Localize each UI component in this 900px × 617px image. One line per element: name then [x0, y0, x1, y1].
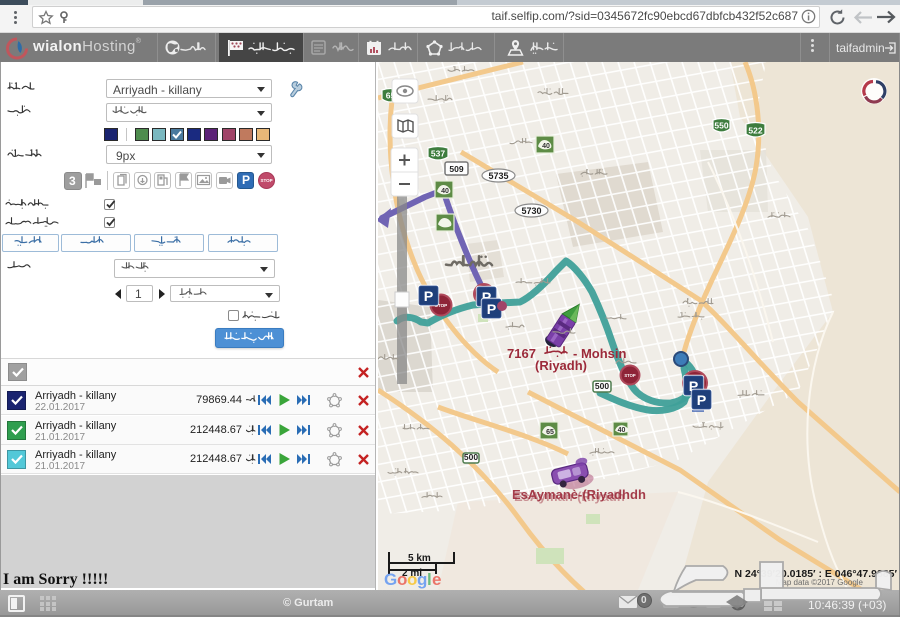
- svg-text:7167: 7167: [507, 346, 536, 361]
- svg-text:(Riyadh): (Riyadh): [535, 358, 587, 373]
- svg-text:40: 40: [618, 427, 626, 434]
- svg-text:g: g: [417, 570, 427, 589]
- svg-text:40: 40: [542, 143, 550, 150]
- svg-text:o: o: [397, 570, 407, 589]
- svg-text:o: o: [407, 570, 417, 589]
- svg-text:G: G: [384, 570, 397, 589]
- svg-text:522: 522: [748, 126, 762, 136]
- svg-text:65: 65: [546, 429, 554, 436]
- svg-text:5735: 5735: [488, 171, 508, 181]
- svg-text:EsAyman-(Riyadh: EsAyman-(Riyadh: [514, 489, 625, 504]
- svg-text:500: 500: [464, 452, 478, 462]
- svg-text:537: 537: [431, 149, 445, 159]
- svg-text:40: 40: [441, 188, 449, 195]
- svg-text:P: P: [697, 393, 707, 409]
- svg-text:550: 550: [714, 121, 728, 131]
- svg-text:P: P: [487, 302, 497, 318]
- svg-text:5 km: 5 km: [408, 553, 431, 564]
- svg-text:509: 509: [449, 164, 463, 174]
- svg-text:e: e: [432, 570, 441, 589]
- svg-text:STOP: STOP: [624, 373, 635, 378]
- svg-text:5730: 5730: [521, 206, 541, 216]
- svg-text:500: 500: [595, 381, 609, 391]
- svg-text:P: P: [424, 289, 434, 305]
